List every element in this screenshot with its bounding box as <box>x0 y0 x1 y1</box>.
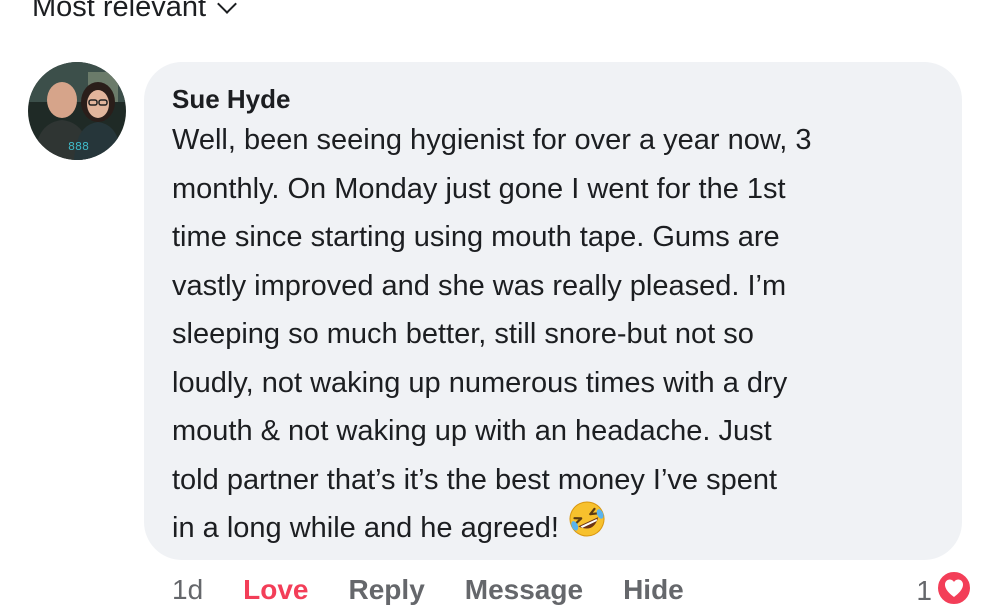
message-button[interactable]: Message <box>465 574 583 606</box>
comment-line: monthly. On Monday just gone I went for … <box>172 172 786 205</box>
love-button[interactable]: Love <box>243 574 308 606</box>
reply-button[interactable]: Reply <box>349 574 425 606</box>
sort-dropdown[interactable]: Most relevant <box>32 0 237 27</box>
comments-section: Most relevant 888 Sue Hyde Well, been se… <box>0 0 1000 611</box>
reaction-summary[interactable]: 1 <box>916 570 972 611</box>
comment-text: Well, been seeing hygienist for over a y… <box>172 116 938 554</box>
hide-button[interactable]: Hide <box>623 574 684 606</box>
comment-actions: 1d Love Reply Message Hide <box>172 574 724 606</box>
comment-line: vastly improved and she was really pleas… <box>172 269 787 302</box>
profile-photo-icon: 888 <box>28 62 126 160</box>
comment-timestamp[interactable]: 1d <box>172 574 203 606</box>
comment-line: loudly, not waking up numerous times wit… <box>172 366 788 399</box>
heart-reaction-icon <box>936 570 972 611</box>
reaction-count: 1 <box>916 574 932 606</box>
rolling-on-floor-laughing-emoji-icon <box>567 499 607 555</box>
comment-author[interactable]: Sue Hyde <box>172 82 291 116</box>
comment-line: Well, been seeing hygienist for over a y… <box>172 124 812 156</box>
sort-label: Most relevant <box>32 0 207 23</box>
comment-line: told partner that’s it’s the best money … <box>172 463 778 496</box>
comment-line: sleeping so much better, still snore-but… <box>172 318 754 350</box>
comment-line: time since starting using mouth tape. Gu… <box>172 221 780 253</box>
svg-text:888: 888 <box>68 140 89 153</box>
comment-line-last: in a long while and he agreed! <box>172 501 938 554</box>
comment-line: in a long while and he agreed! <box>172 512 559 544</box>
comment-bubble: Sue Hyde Well, been seeing hygienist for… <box>144 62 962 560</box>
comment-line: mouth & not waking up with an headache. … <box>172 415 772 447</box>
chevron-down-icon <box>217 0 237 14</box>
avatar[interactable]: 888 <box>28 62 126 160</box>
